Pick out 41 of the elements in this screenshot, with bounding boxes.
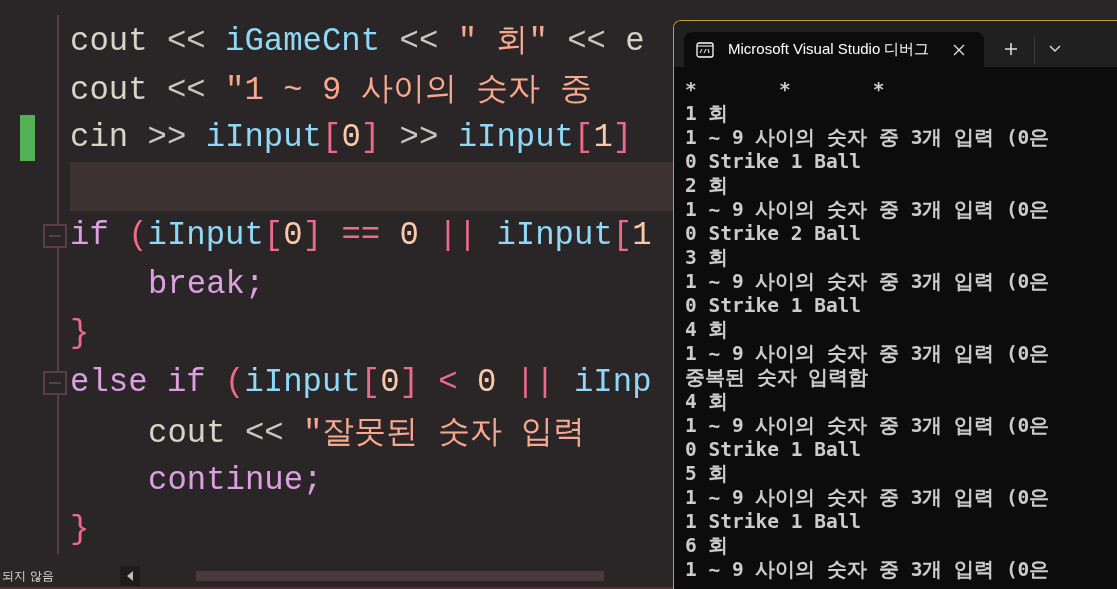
console-line: 1 ~ 9 사이의 숫자 중 3개 입력 (0은 [685,486,1050,509]
console-line: 0 Strike 2 Ball [685,222,862,245]
tab-title: Microsoft Visual Studio 디버그 [728,40,931,59]
console-line: 4 회 [685,318,729,341]
code-line: cin >> iInput[0] >> iInput[1] [70,119,633,156]
code-line: cout << "1 ~ 9 사이의 숫자 중 [70,70,592,111]
code-line: } [70,511,90,548]
console-line: 1 회 [685,102,729,125]
console-line: 2 회 [685,174,729,197]
console-line: 1 ~ 9 사이의 숫자 중 3개 입력 (0은 [685,126,1050,149]
code-line: cout << iGameCnt << " 회" << e [70,21,645,62]
code-line: continue; [148,462,323,499]
console-line: 3 회 [685,246,729,269]
console-line: 1 ~ 9 사이의 숫자 중 3개 입력 (0은 [685,342,1050,365]
close-icon[interactable] [952,42,966,57]
dropdown-icon[interactable] [1049,45,1061,53]
console-line: 1 ~ 9 사이의 숫자 중 3개 입력 (0은 [685,558,1050,581]
console-line: 1 ~ 9 사이의 숫자 중 3개 입력 (0은 [685,270,1050,293]
console-line: 중복된 숫자 입력함 [685,366,869,389]
scroll-left-button[interactable] [120,566,140,586]
console-tab[interactable]: Microsoft Visual Studio 디버그 [684,32,984,67]
console-line: 5 회 [685,462,729,485]
terminal-icon [696,41,714,58]
console-line: 1 Strike 1 Ball [685,510,862,533]
console-line: 0 Strike 1 Ball [685,438,862,461]
new-tab-icon[interactable] [1004,42,1018,56]
status-text: 되지 않음 [1,567,55,585]
console-line: * * * [685,78,885,101]
console-line: 1 ~ 9 사이의 숫자 중 3개 입력 (0은 [685,198,1050,221]
code-line: cout << "잘못된 숫자 입력 [148,413,586,454]
console-line: 1 ~ 9 사이의 숫자 중 3개 입력 (0은 [685,414,1050,437]
code-line: } [70,315,90,352]
console-line: 4 회 [685,390,729,413]
scrollbar-thumb[interactable] [196,571,604,581]
caret-left-icon [126,571,134,581]
console-line: 6 회 [685,534,729,557]
console-line: 0 Strike 1 Ball [685,294,862,317]
console-line: 0 Strike 1 Ball [685,150,862,173]
code-line: if (iInput[0] == 0 || iInput[1 [70,217,652,254]
code-line: break; [148,266,265,303]
code-line: else if (iInput[0] < 0 || iInp [70,364,652,401]
